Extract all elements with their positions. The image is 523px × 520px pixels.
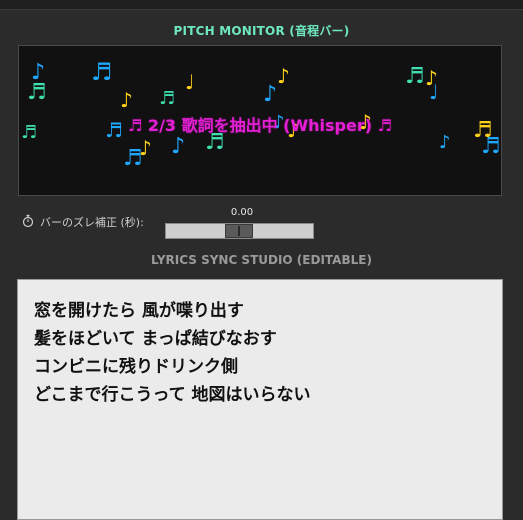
music-note-icon: ♬ (481, 134, 501, 159)
music-note-icon: ♬ (91, 58, 113, 86)
music-note-icon: ♪ (439, 132, 451, 153)
music-note-icon: ♬ (159, 88, 176, 109)
lyric-line-4: どこまで行こうって 地図はいらない (34, 385, 311, 405)
music-note-icon: ♪ (171, 134, 186, 159)
pitch-monitor-title: PITCH MONITOR (音程バー) (173, 24, 350, 38)
offset-label: バーのズレ補正 (秒): (40, 216, 144, 229)
music-note-icon: ♬ (405, 64, 425, 89)
extraction-status-text: ♬ 2/3 歌詞を抽出中 (Whisper) ♬ (128, 116, 392, 135)
offset-value: 0.00 (230, 207, 254, 218)
lyric-line-1: 窓を開けたら 風が喋り出す (34, 301, 244, 321)
lyric-line-2: 髪をほどいて まっぱ結びなおす (34, 329, 277, 349)
music-note-icon: ♪ (139, 136, 152, 160)
music-note-icon: ♪ (277, 64, 290, 88)
music-note-icon: ♬ (27, 80, 47, 105)
window-top-bar (0, 0, 523, 10)
music-note-icon: ♪ (263, 82, 278, 107)
offset-slider-thumb[interactable] (225, 224, 253, 238)
music-note-icon: ♩ (185, 70, 195, 94)
pitch-monitor-canvas: ♪ ♬ ♬ ♬ ♪ ♬ ♩ ♬ ♬ ♪ ♪ ♬ ♪ ♪ ♪ ♪ ♬ ♪ ♩ ♬ ♬ ♪ ♪ ♬ 2/3 歌詞を抽出中 (Wh… (18, 45, 502, 196)
music-note-icon: ♩ (429, 80, 439, 104)
lyric-line-3: コンビニに残りドリンク側 (34, 357, 238, 377)
stopwatch-icon (22, 214, 34, 228)
lyrics-editor[interactable]: 窓を開けたら 風が喋り出す 髪をほどいて まっぱ結びなおす コンビニに残りドリン… (17, 279, 503, 520)
music-note-icon: ♪ (120, 88, 133, 112)
lyrics-studio-title: LYRICS SYNC STUDIO (EDITABLE) (151, 253, 372, 267)
offset-slider[interactable] (165, 223, 314, 239)
